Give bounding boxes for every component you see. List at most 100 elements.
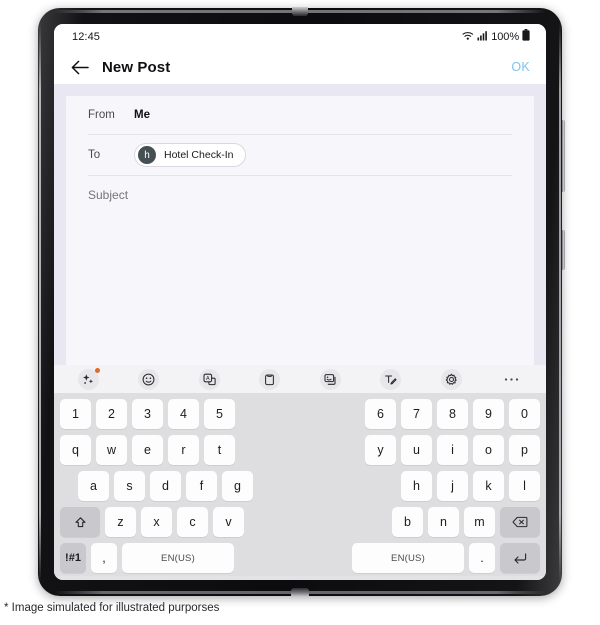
period-key[interactable]: . — [469, 543, 495, 573]
key-p[interactable]: p — [509, 435, 540, 465]
key-x[interactable]: x — [141, 507, 172, 537]
subject-placeholder: Subject — [88, 188, 129, 202]
key-r[interactable]: r — [168, 435, 199, 465]
from-value: Me — [134, 109, 150, 121]
key-6[interactable]: 6 — [365, 399, 396, 429]
key-2[interactable]: 2 — [96, 399, 127, 429]
power-button[interactable] — [562, 230, 565, 270]
key-j[interactable]: j — [437, 471, 468, 501]
backspace-key[interactable] — [500, 507, 540, 537]
keyboard-right-half: h j k l — [401, 471, 540, 501]
key-z[interactable]: z — [105, 507, 136, 537]
key-0[interactable]: 0 — [509, 399, 540, 429]
keyboard-row-numbers: 1 2 3 4 5 6 7 8 9 0 — [60, 398, 540, 430]
clipboard-icon[interactable] — [259, 368, 281, 390]
comma-key[interactable]: , — [91, 543, 117, 573]
ok-button[interactable]: OK — [511, 60, 530, 74]
on-screen-keyboard: 1 2 3 4 5 6 7 8 9 0 q w e r t y u i o p … — [54, 393, 546, 576]
keyboard-toolbar: A — [54, 365, 546, 393]
key-o[interactable]: o — [473, 435, 504, 465]
battery-full-icon — [522, 28, 530, 46]
recipient-chip[interactable]: h Hotel Check-In — [134, 143, 247, 167]
key-1[interactable]: 1 — [60, 399, 91, 429]
backspace-icon — [512, 516, 528, 528]
symbols-key[interactable]: !#1 — [60, 543, 86, 573]
shift-key[interactable] — [60, 507, 100, 537]
key-f[interactable]: f — [186, 471, 217, 501]
key-m[interactable]: m — [464, 507, 495, 537]
from-label: From — [88, 109, 115, 121]
space-key-right[interactable]: EN(US) — [352, 543, 464, 573]
key-u[interactable]: u — [401, 435, 432, 465]
key-b[interactable]: b — [392, 507, 423, 537]
svg-text:A: A — [206, 376, 210, 382]
key-n[interactable]: n — [428, 507, 459, 537]
back-arrow-icon[interactable] — [70, 57, 90, 77]
to-row[interactable]: To h Hotel Check-In — [66, 135, 534, 175]
key-9[interactable]: 9 — [473, 399, 504, 429]
more-options-icon[interactable] — [501, 369, 522, 390]
handwriting-icon[interactable] — [380, 368, 402, 390]
key-a[interactable]: a — [78, 471, 109, 501]
key-t[interactable]: t — [204, 435, 235, 465]
key-4[interactable]: 4 — [168, 399, 199, 429]
keyboard-right-half: y u i o p — [365, 435, 540, 465]
frame-edge-highlight-left — [39, 22, 41, 582]
key-e[interactable]: e — [132, 435, 163, 465]
wifi-icon — [462, 28, 474, 46]
recipient-name: Hotel Check-In — [164, 149, 234, 161]
translate-icon[interactable]: A — [198, 368, 220, 390]
stickers-icon[interactable] — [319, 368, 341, 390]
keyboard-row-asdf: a s d f g h j k l — [60, 470, 540, 502]
page-title: New Post — [102, 58, 171, 76]
status-indicators: 100% — [462, 28, 530, 46]
signal-bars-icon — [477, 28, 488, 46]
navigation-bar — [54, 576, 546, 580]
device-frame: 12:45 100% New Post OK From Me To h Hote… — [38, 7, 565, 597]
keyboard-left-half: !#1 , EN(US) — [60, 543, 234, 573]
key-s[interactable]: s — [114, 471, 145, 501]
keyboard-left-half: q w e r t — [60, 435, 235, 465]
key-i[interactable]: i — [437, 435, 468, 465]
status-bar: 12:45 100% — [54, 24, 546, 50]
key-8[interactable]: 8 — [437, 399, 468, 429]
space-key-left[interactable]: EN(US) — [122, 543, 234, 573]
key-v[interactable]: v — [213, 507, 244, 537]
key-7[interactable]: 7 — [401, 399, 432, 429]
keyboard-right-half: 6 7 8 9 0 — [365, 399, 540, 429]
key-g[interactable]: g — [222, 471, 253, 501]
volume-button[interactable] — [562, 120, 565, 192]
key-5[interactable]: 5 — [204, 399, 235, 429]
keyboard-right-half: b n m — [392, 507, 540, 537]
emoji-icon[interactable] — [138, 368, 160, 390]
key-w[interactable]: w — [96, 435, 127, 465]
avatar: h — [138, 146, 156, 164]
keyboard-row-bottom: !#1 , EN(US) EN(US) . — [60, 542, 540, 574]
keyboard-row-qwerty: q w e r t y u i o p — [60, 434, 540, 466]
status-time: 12:45 — [72, 31, 101, 43]
app-bar: New Post OK — [54, 50, 546, 84]
key-l[interactable]: l — [509, 471, 540, 501]
key-q[interactable]: q — [60, 435, 91, 465]
keyboard-left-half: a s d f g — [78, 471, 253, 501]
key-k[interactable]: k — [473, 471, 504, 501]
to-label: To — [88, 149, 101, 161]
key-h[interactable]: h — [401, 471, 432, 501]
subject-field[interactable]: Subject — [66, 176, 534, 214]
battery-percent-label: 100% — [491, 31, 519, 43]
shift-arrow-icon — [74, 516, 86, 527]
key-y[interactable]: y — [365, 435, 396, 465]
hinge-notch-bottom-icon — [291, 588, 309, 597]
compose-page: From Me To h Hotel Check-In Subject — [54, 84, 546, 365]
key-c[interactable]: c — [177, 507, 208, 537]
phone-screen: 12:45 100% New Post OK From Me To h Hote… — [54, 24, 546, 580]
disclaimer-caption: * Image simulated for illustrated purpor… — [4, 602, 220, 614]
key-3[interactable]: 3 — [132, 399, 163, 429]
settings-gear-icon[interactable] — [440, 368, 462, 390]
keyboard-left-half: z x c v — [60, 507, 244, 537]
enter-key[interactable] — [500, 543, 540, 573]
from-row: From Me — [66, 96, 534, 134]
key-d[interactable]: d — [150, 471, 181, 501]
ai-sparkle-icon[interactable] — [78, 367, 100, 390]
keyboard-right-half: EN(US) . — [352, 543, 540, 573]
